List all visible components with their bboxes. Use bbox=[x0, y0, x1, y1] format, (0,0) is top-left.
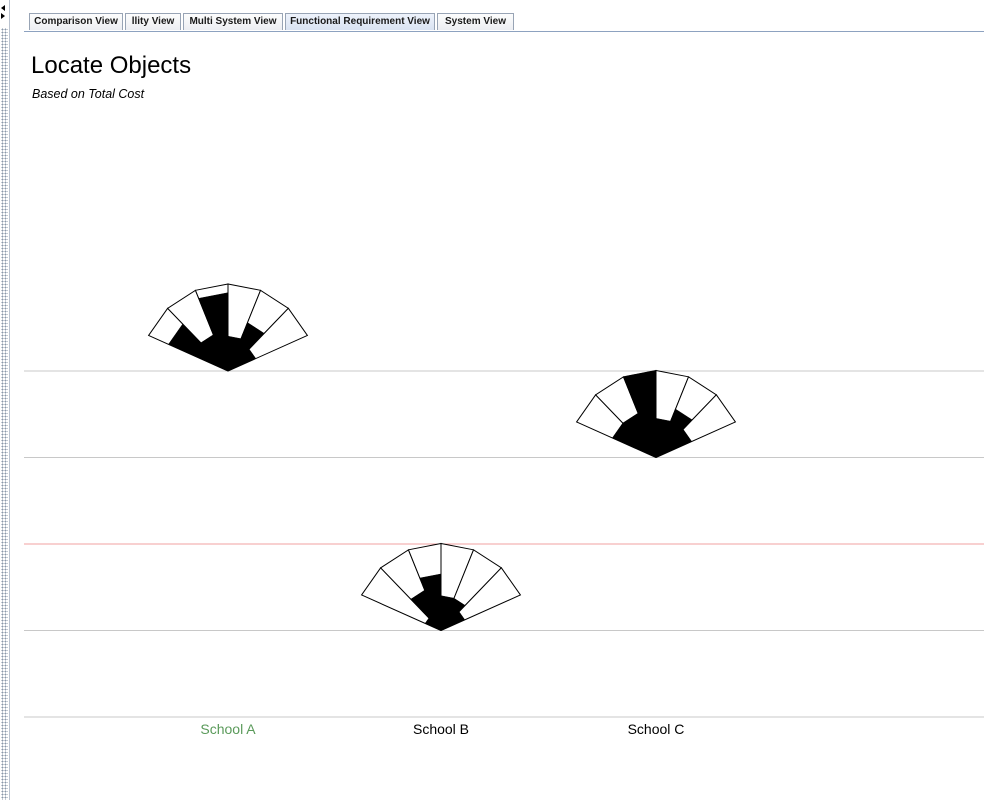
category-label[interactable]: School C bbox=[628, 721, 685, 737]
category-label[interactable]: School A bbox=[200, 721, 255, 737]
glyph-plot bbox=[24, 283, 984, 718]
category-label[interactable]: School B bbox=[413, 721, 469, 737]
